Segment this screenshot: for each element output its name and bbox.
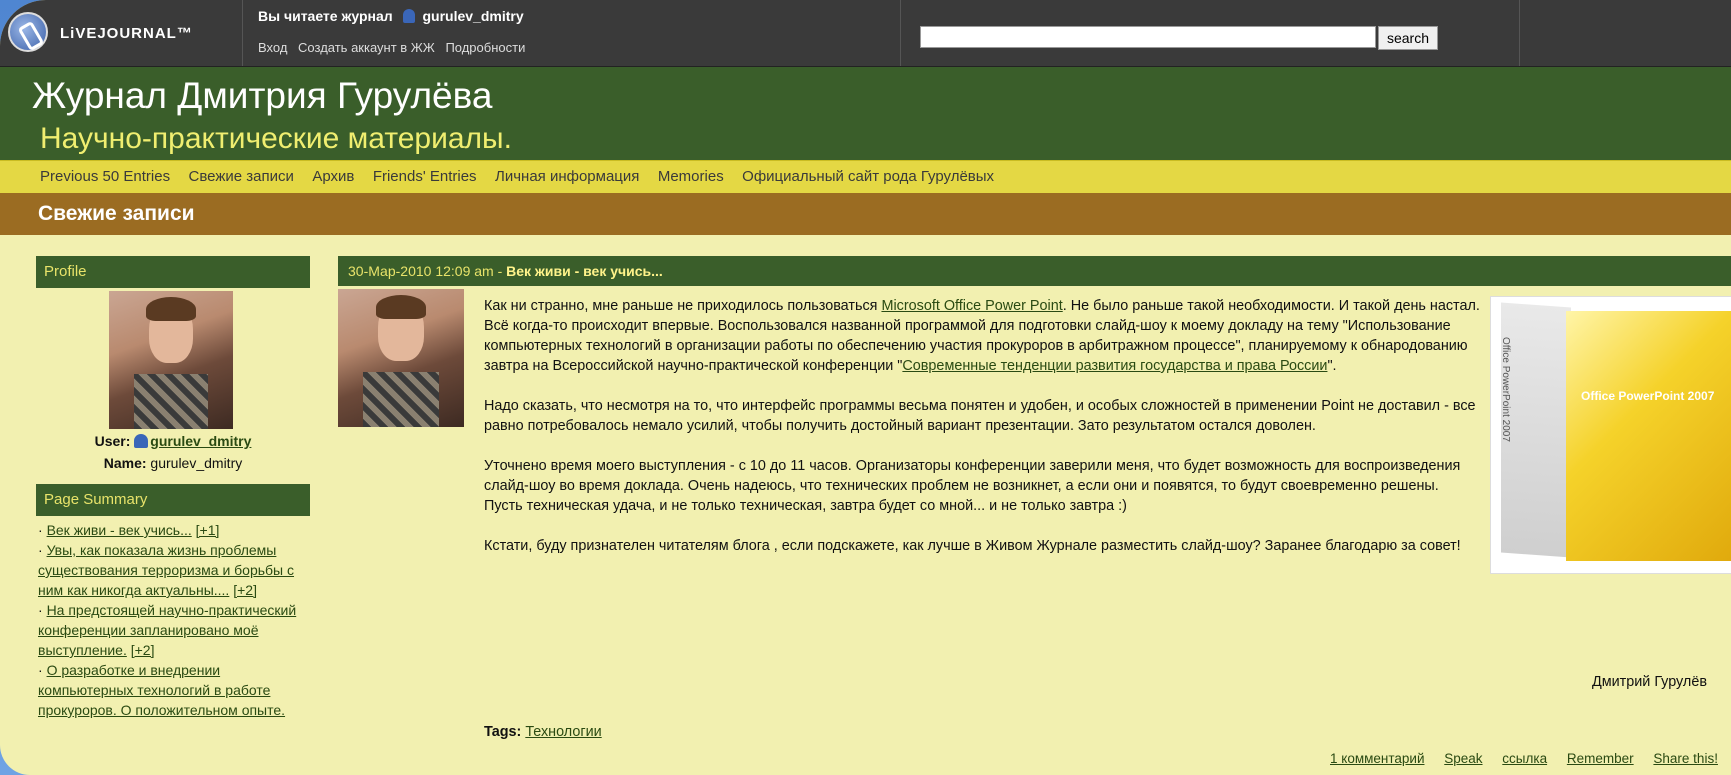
user-icon[interactable]: [134, 434, 149, 448]
box-side: [1501, 302, 1571, 558]
comments-link[interactable]: 1 комментарий: [1330, 751, 1424, 766]
entry-text: ".: [1327, 358, 1337, 374]
search-button[interactable]: search: [1378, 26, 1438, 50]
box-front: [1566, 311, 1731, 561]
entry-userpic[interactable]: [338, 289, 464, 427]
search-input[interactable]: [920, 26, 1376, 48]
entry-body: Как ни странно, мне раньше не приходилос…: [484, 296, 1480, 576]
summary-count[interactable]: [+2]: [131, 642, 155, 658]
share-link[interactable]: Share this!: [1653, 751, 1718, 766]
entry-header-text: 30-Мар-2010 12:09 am - Век живи - век уч…: [348, 263, 663, 279]
tag-link[interactable]: Технологии: [525, 724, 601, 740]
tags-label: Tags:: [484, 724, 522, 740]
box-front-logo: Office PowerPoint 2007: [1581, 389, 1715, 403]
avatar-scarf: [363, 371, 439, 427]
reading-prefix: Вы читаете журнал: [258, 8, 393, 24]
entry-paragraph: Уточнено время моего выступления - с 10 …: [484, 458, 1461, 514]
livejournal-logo[interactable]: LiVEJOURNAL™: [0, 0, 243, 66]
avatar[interactable]: [109, 291, 233, 429]
summary-count[interactable]: [+2]: [233, 582, 257, 598]
journal-subtitle: Научно-практические материалы.: [40, 122, 512, 155]
entry-paragraph: Кстати, буду признателен читателям блога…: [484, 538, 1461, 554]
entry-paragraph: Надо сказать, что несмотря на то, что ин…: [484, 398, 1476, 434]
journal-nav: Previous 50 Entries Свежие записи Архив …: [0, 160, 1731, 193]
summary-link[interactable]: На предстоящей научно-практический конфе…: [38, 602, 296, 658]
entry-text: Как ни странно, мне раньше не приходилос…: [484, 298, 878, 314]
user-label: User:: [94, 433, 131, 449]
entry-footer-links: 1 комментарий Speak ссылка Remember Shar…: [1330, 751, 1731, 766]
nav-memories[interactable]: Memories: [658, 168, 724, 185]
pencil-icon: [8, 12, 48, 52]
profile-box-header: Profile: [36, 256, 310, 288]
profile-name-line: Name: gurulev_dmitry: [36, 455, 310, 471]
logo-text: LiVEJOURNAL™: [60, 25, 193, 42]
list-item: · На предстоящей научно-практический кон…: [38, 602, 297, 658]
summary-link[interactable]: О разработке и внедрении компьютерных те…: [38, 662, 285, 718]
powerpoint-link[interactable]: Microsoft Office Power Point: [881, 298, 1062, 314]
nav-archive[interactable]: Архив: [312, 168, 354, 185]
name-label: Name:: [103, 455, 147, 471]
conference-link[interactable]: Современные тенденции развития государст…: [902, 358, 1327, 374]
nav-profile-info[interactable]: Личная информация: [495, 168, 639, 185]
journal-title: Журнал Дмитрия Гурулёва: [32, 75, 493, 116]
avatar-hair: [146, 296, 196, 322]
profile-title: Profile: [44, 263, 87, 280]
user-icon[interactable]: [402, 9, 415, 23]
summary-count[interactable]: [+1]: [196, 522, 220, 538]
divider: [1519, 0, 1520, 66]
summary-link[interactable]: Век живи - век учись...: [47, 522, 192, 538]
reading-journal-line: Вы читаете журнал gurulev_dmitry: [258, 8, 524, 24]
powerpoint-box-image: Office PowerPoint 2007 Office PowerPoint…: [1490, 296, 1731, 574]
login-link[interactable]: Вход: [258, 40, 287, 55]
journal-header: Журнал Дмитрия Гурулёва Научно-практичес…: [0, 67, 1731, 160]
nav-previous-entries[interactable]: Previous 50 Entries: [40, 168, 170, 185]
section-title: Свежие записи: [38, 202, 195, 225]
nav-friends-entries[interactable]: Friends' Entries: [373, 168, 477, 185]
top-links: Вход Создать аккаунт в ЖЖ Подробности: [258, 40, 532, 55]
speak-link[interactable]: Speak: [1444, 751, 1482, 766]
permalink-link[interactable]: ссылка: [1502, 751, 1547, 766]
list-item: · Век живи - век учись... [+1]: [38, 522, 220, 538]
avatar-scarf: [133, 373, 209, 429]
entry-tags: Tags: Технологии: [484, 724, 602, 740]
page-summary-list: · Век живи - век учись... [+1] · Увы, ка…: [38, 520, 308, 720]
section-title-bar: Свежие записи: [0, 193, 1731, 235]
list-item: · О разработке и внедрении компьютерных …: [38, 662, 286, 718]
box-side-logo: Office PowerPoint 2007: [1500, 337, 1511, 442]
reading-user-link[interactable]: gurulev_dmitry: [422, 8, 523, 24]
nav-official-site[interactable]: Официальный сайт рода Гурулёвых: [742, 168, 994, 185]
page-summary-header: Page Summary: [36, 484, 310, 516]
avatar-hair: [375, 294, 427, 320]
browser-page: LiVEJOURNAL™ Вы читаете журнал gurulev_d…: [0, 0, 1731, 775]
create-account-link[interactable]: Создать аккаунт в ЖЖ: [298, 40, 435, 55]
name-value: gurulev_dmitry: [150, 455, 243, 471]
entry-header: 30-Мар-2010 12:09 am - Век живи - век уч…: [338, 256, 1731, 286]
profile-user-line: User: gurulev_dmitry: [36, 433, 310, 449]
nav-recent-entries[interactable]: Свежие записи: [189, 168, 294, 185]
entry-signature: Дмитрий Гурулёв: [1592, 674, 1707, 690]
details-link[interactable]: Подробности: [445, 40, 525, 55]
entry-title[interactable]: Век живи - век учись...: [506, 263, 663, 279]
page-summary-title: Page Summary: [44, 491, 148, 508]
entry-date: 30-Мар-2010 12:09 am -: [348, 263, 503, 279]
profile-user-link[interactable]: gurulev_dmitry: [150, 433, 251, 449]
lj-top-bar: LiVEJOURNAL™ Вы читаете журнал gurulev_d…: [0, 0, 1731, 67]
entry-paragraph: Как ни странно, мне раньше не приходилос…: [484, 296, 1480, 376]
remember-link[interactable]: Remember: [1567, 751, 1634, 766]
list-item: · Увы, как показала жизнь проблемы сущес…: [38, 542, 295, 598]
divider: [900, 0, 901, 66]
